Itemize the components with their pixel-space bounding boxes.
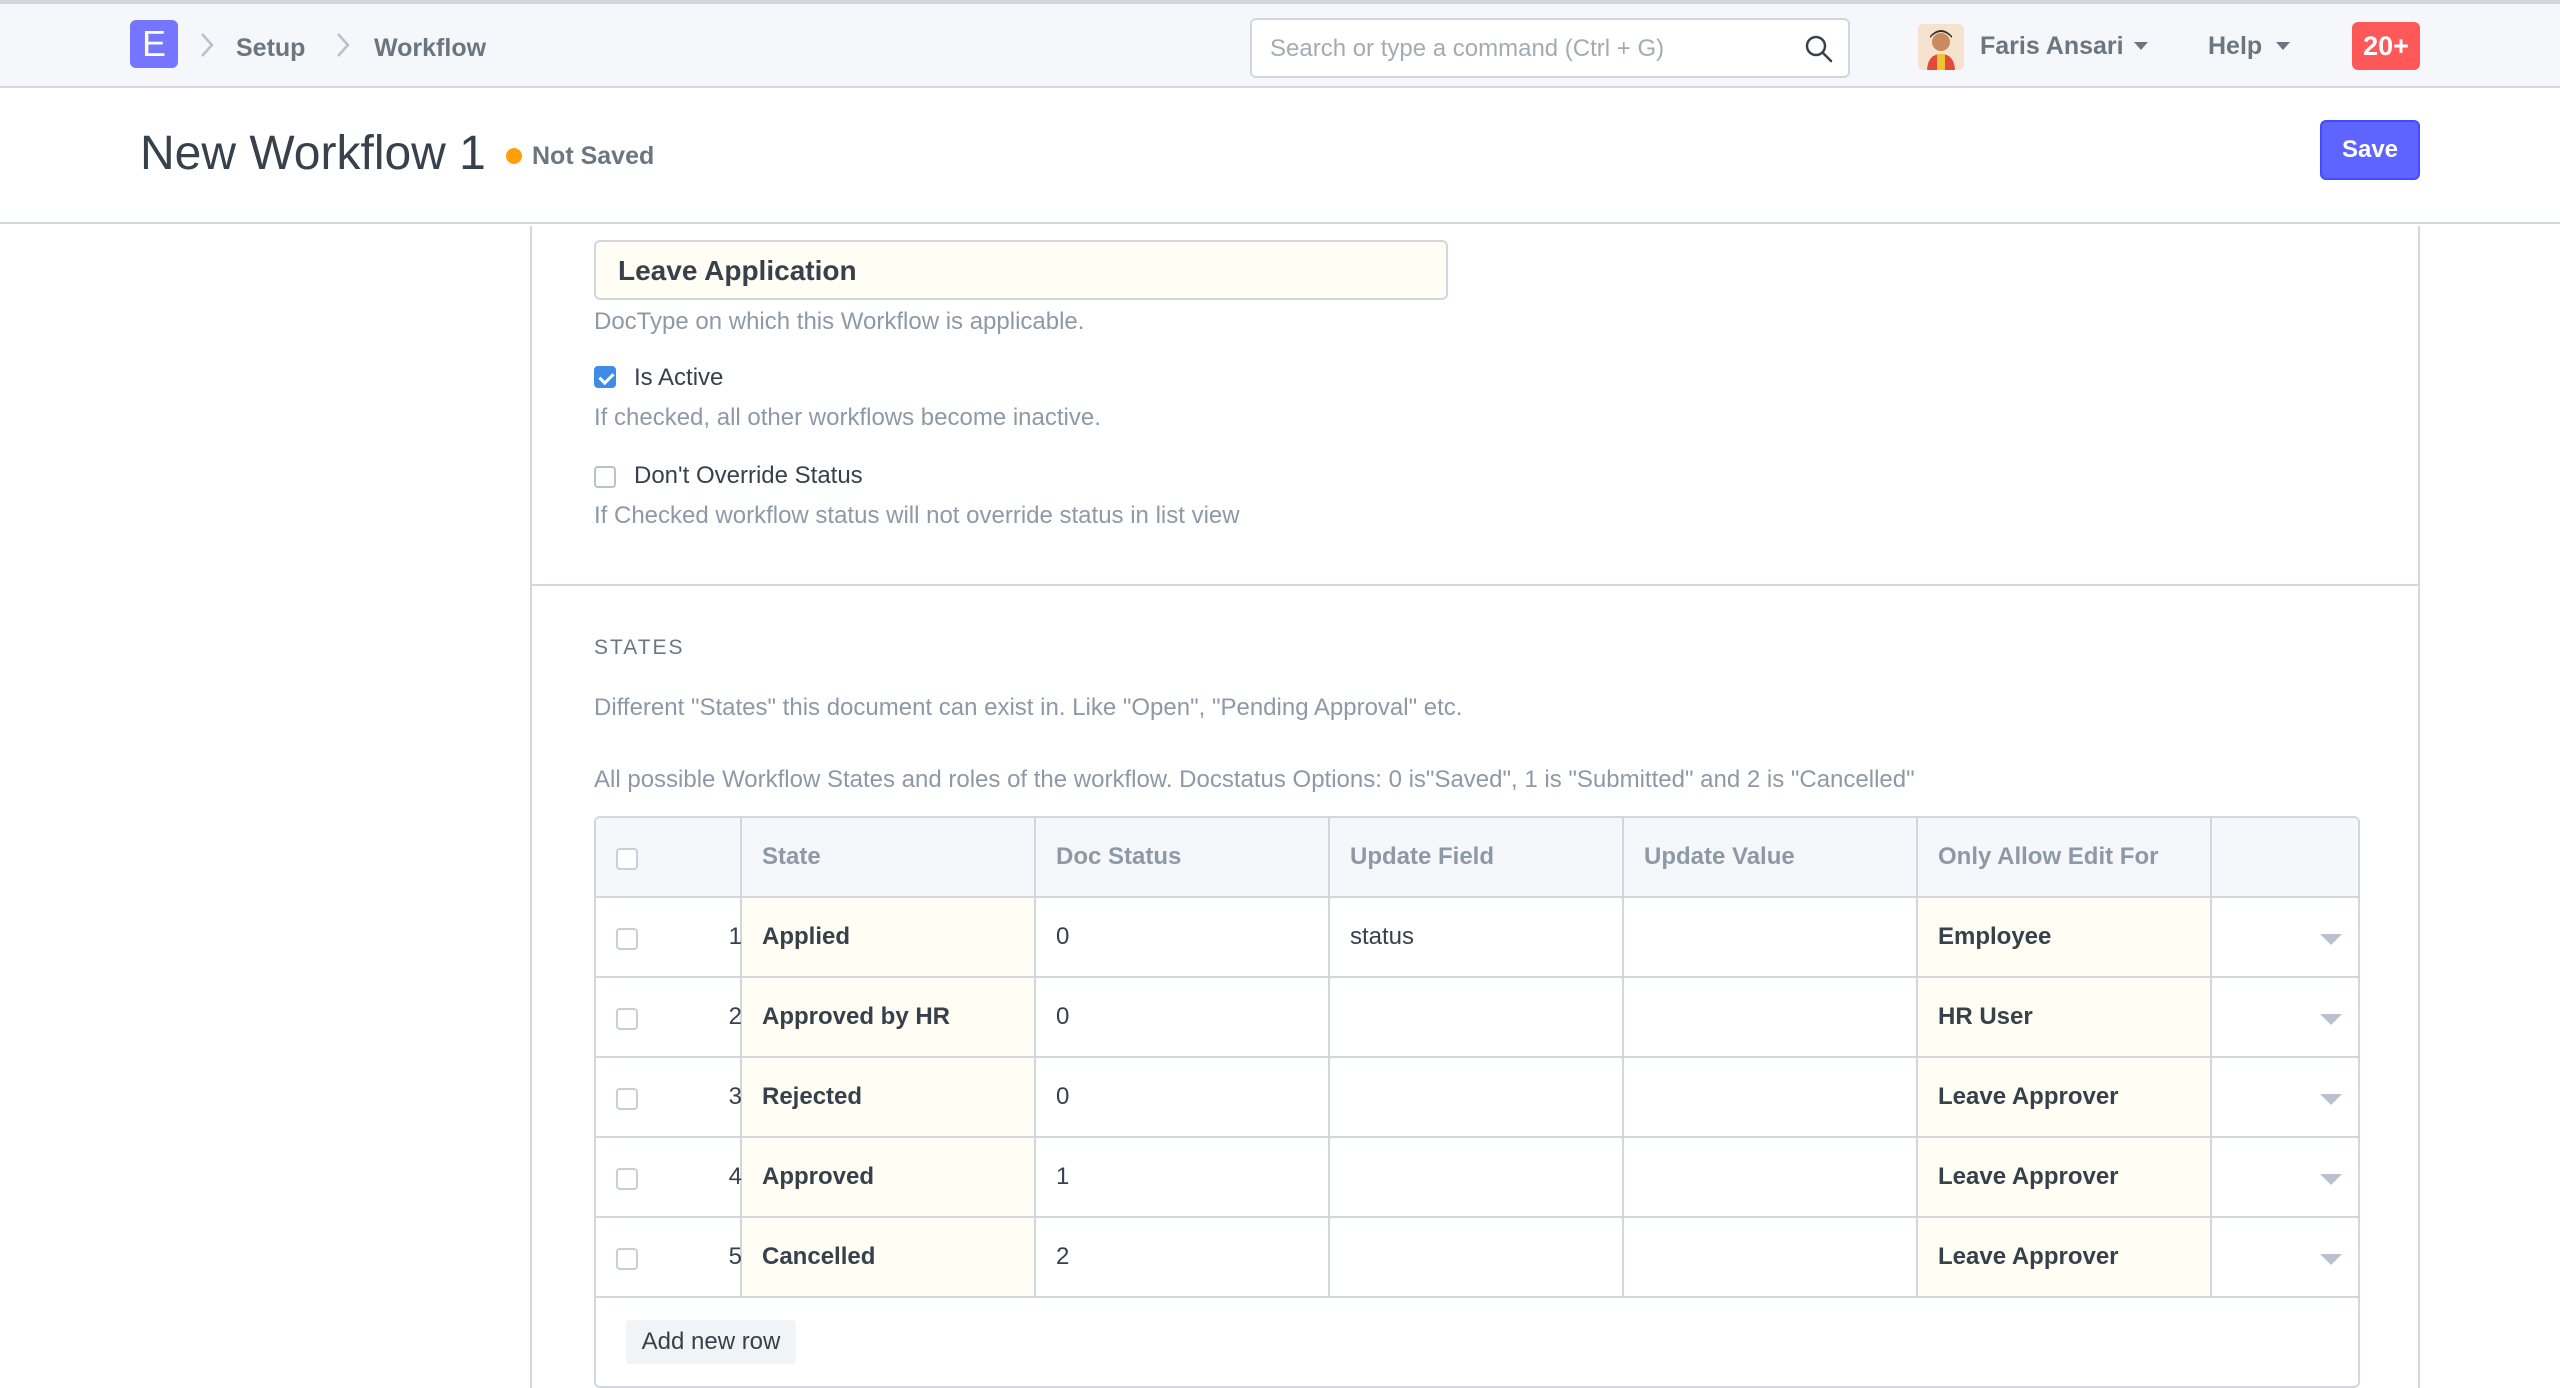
is-active-label: Is Active: [634, 364, 724, 391]
column-header-update-field: Update Field: [1330, 818, 1624, 896]
form-layout: Leave Application DocType on which this …: [530, 226, 2420, 1388]
navbar: E Setup Workflow Faris Ansari Help 20+: [0, 0, 2560, 88]
cell-update-value[interactable]: [1624, 978, 1918, 1056]
dont-override-status-checkbox[interactable]: [594, 466, 616, 488]
is-active-checkbox[interactable]: [594, 366, 616, 388]
cell-update-value[interactable]: [1624, 898, 1918, 976]
row-dropdown-caret-icon[interactable]: [2320, 1014, 2342, 1025]
app-logo[interactable]: E: [130, 20, 178, 68]
section-heading-states[interactable]: STATES: [594, 636, 685, 660]
states-description: Different "States" this document can exi…: [594, 694, 1463, 721]
cell-update-field[interactable]: [1330, 1058, 1624, 1136]
search-input[interactable]: [1270, 30, 1790, 68]
breadcrumb-workflow[interactable]: Workflow: [374, 34, 486, 63]
cell-allow-edit-for[interactable]: HR User: [1918, 978, 2212, 1056]
cell-state[interactable]: Cancelled: [742, 1218, 1036, 1296]
row-index: 4: [728, 1163, 742, 1190]
row-select: 2: [596, 978, 742, 1056]
row-dropdown-caret-icon[interactable]: [2320, 1254, 2342, 1265]
table-row[interactable]: 2 Approved by HR 0 HR User: [596, 978, 2358, 1058]
row-index: 1: [728, 923, 742, 950]
caret-down-icon[interactable]: [2276, 42, 2290, 50]
row-checkbox[interactable]: [616, 1168, 638, 1190]
row-dropdown-caret-icon[interactable]: [2320, 1174, 2342, 1185]
cell-state[interactable]: Approved by HR: [742, 978, 1036, 1056]
help-menu[interactable]: Help: [2208, 32, 2262, 61]
avatar-image: [1918, 24, 1964, 70]
cell-state[interactable]: Applied: [742, 898, 1036, 976]
page-title: New Workflow 1: [140, 127, 486, 180]
is-active-help: If checked, all other workflows become i…: [594, 404, 1101, 431]
cell-allow-edit-for[interactable]: Leave Approver: [1918, 1138, 2212, 1216]
column-header-allow-edit-for: Only Allow Edit For: [1918, 818, 2212, 896]
cell-allow-edit-for[interactable]: Employee: [1918, 898, 2212, 976]
row-checkbox[interactable]: [616, 1248, 638, 1270]
add-new-row-button[interactable]: Add new row: [626, 1320, 796, 1364]
save-status: Not Saved: [532, 142, 655, 170]
table-row[interactable]: 4 Approved 1 Leave Approver: [596, 1138, 2358, 1218]
cell-state[interactable]: Approved: [742, 1138, 1036, 1216]
column-header-actions: [2212, 818, 2358, 896]
cell-update-value[interactable]: [1624, 1218, 1918, 1296]
cell-update-field[interactable]: status: [1330, 898, 1624, 976]
cell-update-value[interactable]: [1624, 1138, 1918, 1216]
cell-doc-status[interactable]: 0: [1036, 898, 1330, 976]
cell-state[interactable]: Rejected: [742, 1058, 1036, 1136]
cell-doc-status[interactable]: 1: [1036, 1138, 1330, 1216]
caret-down-icon[interactable]: [2134, 42, 2148, 50]
user-avatar[interactable]: [1918, 24, 1964, 70]
cell-doc-status[interactable]: 0: [1036, 1058, 1330, 1136]
save-button[interactable]: Save: [2320, 120, 2420, 180]
row-index: 5: [728, 1243, 742, 1270]
document-type-help: DocType on which this Workflow is applic…: [594, 308, 1085, 335]
breadcrumb-setup[interactable]: Setup: [236, 34, 305, 63]
column-header-update-value: Update Value: [1624, 818, 1918, 896]
row-dropdown-caret-icon[interactable]: [2320, 1094, 2342, 1105]
row-checkbox[interactable]: [616, 928, 638, 950]
states-grid: State Doc Status Update Field Update Val…: [594, 816, 2360, 1388]
cell-doc-status[interactable]: 0: [1036, 978, 1330, 1056]
cell-update-field[interactable]: [1330, 1138, 1624, 1216]
row-dropdown-caret-icon[interactable]: [2320, 934, 2342, 945]
cell-update-value[interactable]: [1624, 1058, 1918, 1136]
select-all-checkbox[interactable]: [616, 848, 638, 870]
document-type-field[interactable]: Leave Application: [594, 240, 1448, 300]
table-row[interactable]: 1 Applied 0 status Employee: [596, 898, 2358, 978]
page-head: New Workflow 1 Not Saved Save: [0, 88, 2560, 224]
row-checkbox[interactable]: [616, 1008, 638, 1030]
cell-allow-edit-for[interactable]: Leave Approver: [1918, 1058, 2212, 1136]
notification-badge[interactable]: 20+: [2352, 22, 2420, 70]
row-select: 5: [596, 1218, 742, 1296]
awesome-bar: [1250, 18, 1850, 78]
states-grid-description: All possible Workflow States and roles o…: [594, 766, 1915, 793]
column-header-doc-status: Doc Status: [1036, 818, 1330, 896]
column-header-state: State: [742, 818, 1036, 896]
cell-allow-edit-for[interactable]: Leave Approver: [1918, 1218, 2212, 1296]
breadcrumb-chevron-icon: [201, 33, 214, 57]
grid-header-row: State Doc Status Update Field Update Val…: [596, 818, 2358, 898]
status-indicator-dot: [506, 148, 522, 164]
cell-doc-status[interactable]: 2: [1036, 1218, 1330, 1296]
search-icon[interactable]: [1804, 34, 1834, 64]
table-row[interactable]: 5 Cancelled 2 Leave Approver: [596, 1218, 2358, 1298]
row-select: 3: [596, 1058, 742, 1136]
cell-update-field[interactable]: [1330, 978, 1624, 1056]
breadcrumb-chevron-icon: [337, 33, 350, 57]
row-index: 3: [728, 1083, 742, 1110]
row-select: 4: [596, 1138, 742, 1216]
cell-update-field[interactable]: [1330, 1218, 1624, 1296]
dont-override-status-label: Don't Override Status: [634, 462, 863, 489]
row-index: 2: [728, 1003, 742, 1030]
section-divider: [532, 584, 2418, 586]
row-select: 1: [596, 898, 742, 976]
grid-header-select: [596, 818, 742, 896]
user-name[interactable]: Faris Ansari: [1980, 32, 2124, 61]
row-checkbox[interactable]: [616, 1088, 638, 1110]
dont-override-status-help: If Checked workflow status will not over…: [594, 502, 1240, 529]
table-row[interactable]: 3 Rejected 0 Leave Approver: [596, 1058, 2358, 1138]
